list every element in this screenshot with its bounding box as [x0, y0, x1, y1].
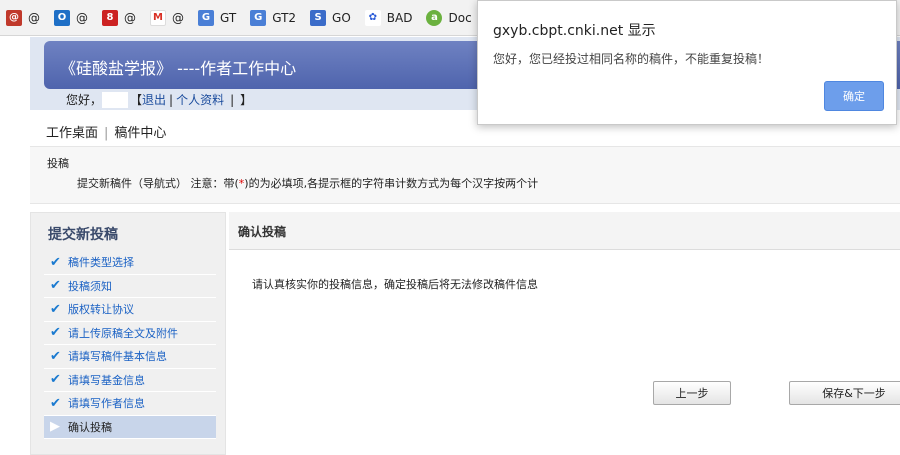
- step-label: 请填写基金信息: [68, 373, 145, 387]
- logout-link[interactable]: 退出: [142, 91, 166, 108]
- doc-icon: a: [426, 9, 443, 26]
- bookmark-label: @: [28, 10, 40, 25]
- step-label: 请填写稿件基本信息: [68, 350, 167, 364]
- bookmark-label: Doc: [448, 10, 472, 25]
- translate-icon: G: [198, 9, 214, 26]
- outlook-icon: O: [54, 9, 70, 26]
- play-arrow-icon: ▶: [50, 419, 60, 435]
- step-item-copyright[interactable]: ✔ 版权转让协议: [44, 298, 216, 322]
- step-label: 请填写作者信息: [68, 397, 145, 411]
- baidu-paw-icon: ✿: [364, 9, 381, 26]
- step-label: 版权转让协议: [68, 303, 134, 317]
- username-field: [102, 91, 129, 108]
- user-bar: 您好， 【 退出 | 个人资料 | 】: [66, 91, 252, 108]
- breadcrumb-current[interactable]: 稿件中心: [114, 126, 166, 141]
- site-title: 《硅酸盐学报》 ----作者工作中心: [60, 59, 297, 78]
- check-icon: ✔: [50, 254, 61, 270]
- sidebar: 提交新投稿 ✔ 稿件类型选择 ✔ 投稿须知 ✔ 版权转让协议 ✔ 请上传原稿全文及附件 …: [30, 212, 226, 455]
- bookmark-label: @: [172, 10, 184, 25]
- step-list: ✔ 稿件类型选择 ✔ 投稿须知 ✔ 版权转让协议 ✔ 请上传原稿全文及附件 ✔ 请填写稿件…: [44, 251, 216, 439]
- main-header: 确认投稿: [229, 212, 900, 250]
- step-item-confirm[interactable]: ▶ 确认投稿: [44, 415, 216, 439]
- alert-dialog: gxyb.cbpt.cnki.net 显示 您好，您已经投过相同名称的稿件，不能…: [477, 0, 897, 125]
- mail-163-icon: 8: [102, 9, 118, 26]
- dialog-ok-button[interactable]: 确定: [824, 81, 884, 111]
- gmail-icon: M: [150, 9, 166, 26]
- profile-link[interactable]: 个人资料: [176, 91, 224, 108]
- step-item-fund-info[interactable]: ✔ 请填写基金信息: [44, 369, 216, 392]
- scholar-icon: S: [310, 9, 327, 26]
- bookmark-label: GT2: [272, 10, 297, 25]
- check-icon: ✔: [50, 372, 61, 388]
- step-label: 确认投稿: [68, 420, 112, 434]
- check-icon: ✔: [50, 278, 61, 294]
- step-item-basic-info[interactable]: ✔ 请填写稿件基本信息: [44, 345, 216, 369]
- main-body: 请认真核实你的投稿信息，确定投稿后将无法修改稿件信息 上一步 保存&下一步: [229, 264, 900, 455]
- check-icon: ✔: [50, 325, 61, 341]
- check-icon: ✔: [50, 301, 61, 317]
- bookmark-label: GO: [332, 10, 351, 25]
- divider: |: [230, 92, 235, 107]
- step-item-upload[interactable]: ✔ 请上传原稿全文及附件: [44, 322, 216, 345]
- notice-text-before: 提交新稿件（导航式） 注意：带(: [77, 177, 239, 190]
- bookmark-doc[interactable]: a Doc: [426, 9, 472, 26]
- step-label: 稿件类型选择: [68, 256, 134, 270]
- check-icon: ✔: [50, 395, 61, 411]
- notice-title: 投稿: [47, 157, 69, 170]
- bookmark-label: @: [124, 10, 136, 25]
- bookmark-label: GT: [220, 10, 237, 25]
- bookmark-mail-at[interactable]: @ @: [6, 9, 40, 26]
- breadcrumb: 工作桌面 | 稿件中心: [46, 122, 166, 141]
- bookmark-gt2[interactable]: G GT2: [250, 9, 297, 26]
- notice-text-after: )的为必填项,各提示框的字符串计数方式为每个汉字按两个计: [244, 177, 539, 190]
- bookmark-mail-163[interactable]: 8 @: [102, 9, 136, 26]
- step-item-author-info[interactable]: ✔ 请填写作者信息: [44, 392, 216, 416]
- notice-area: 投稿 提交新稿件（导航式） 注意：带(*)的为必填项,各提示框的字符串计数方式为…: [30, 146, 900, 204]
- check-icon: ✔: [50, 348, 61, 364]
- confirm-text: 请认真核实你的投稿信息，确定投稿后将无法修改稿件信息: [252, 278, 538, 291]
- bracket-close: 】: [240, 93, 253, 107]
- bookmark-go[interactable]: S GO: [310, 9, 351, 26]
- dialog-title: gxyb.cbpt.cnki.net 显示: [493, 23, 656, 39]
- dialog-message: 您好，您已经投过相同名称的稿件，不能重复投稿！: [493, 52, 770, 66]
- bookmark-gt[interactable]: G GT: [198, 9, 237, 26]
- step-label: 请上传原稿全文及附件: [68, 326, 178, 340]
- breadcrumb-home[interactable]: 工作桌面: [46, 126, 98, 141]
- main-title: 确认投稿: [238, 225, 287, 239]
- greeting: 您好，: [66, 93, 103, 107]
- mail-at-icon: @: [6, 9, 22, 26]
- bookmark-label: @: [76, 10, 88, 25]
- bracket-open: 【: [130, 93, 143, 107]
- divider: |: [169, 92, 174, 107]
- step-item-notice[interactable]: ✔ 投稿须知: [44, 275, 216, 298]
- breadcrumb-separator: |: [104, 126, 109, 141]
- step-label: 投稿须知: [68, 279, 112, 293]
- bookmark-gmail[interactable]: M @: [150, 9, 184, 26]
- step-item-type[interactable]: ✔ 稿件类型选择: [44, 251, 216, 275]
- save-next-button[interactable]: 保存&下一步: [789, 381, 900, 405]
- translate-icon: G: [250, 9, 267, 26]
- bookmark-label: BAD: [386, 10, 413, 25]
- notice-text: 提交新稿件（导航式） 注意：带(*)的为必填项,各提示框的字符串计数方式为每个汉…: [77, 175, 538, 191]
- sidebar-title: 提交新投稿: [48, 227, 118, 243]
- bookmark-bad[interactable]: ✿ BAD: [364, 9, 413, 26]
- prev-step-button[interactable]: 上一步: [653, 381, 731, 405]
- bookmark-outlook[interactable]: O @: [54, 9, 88, 26]
